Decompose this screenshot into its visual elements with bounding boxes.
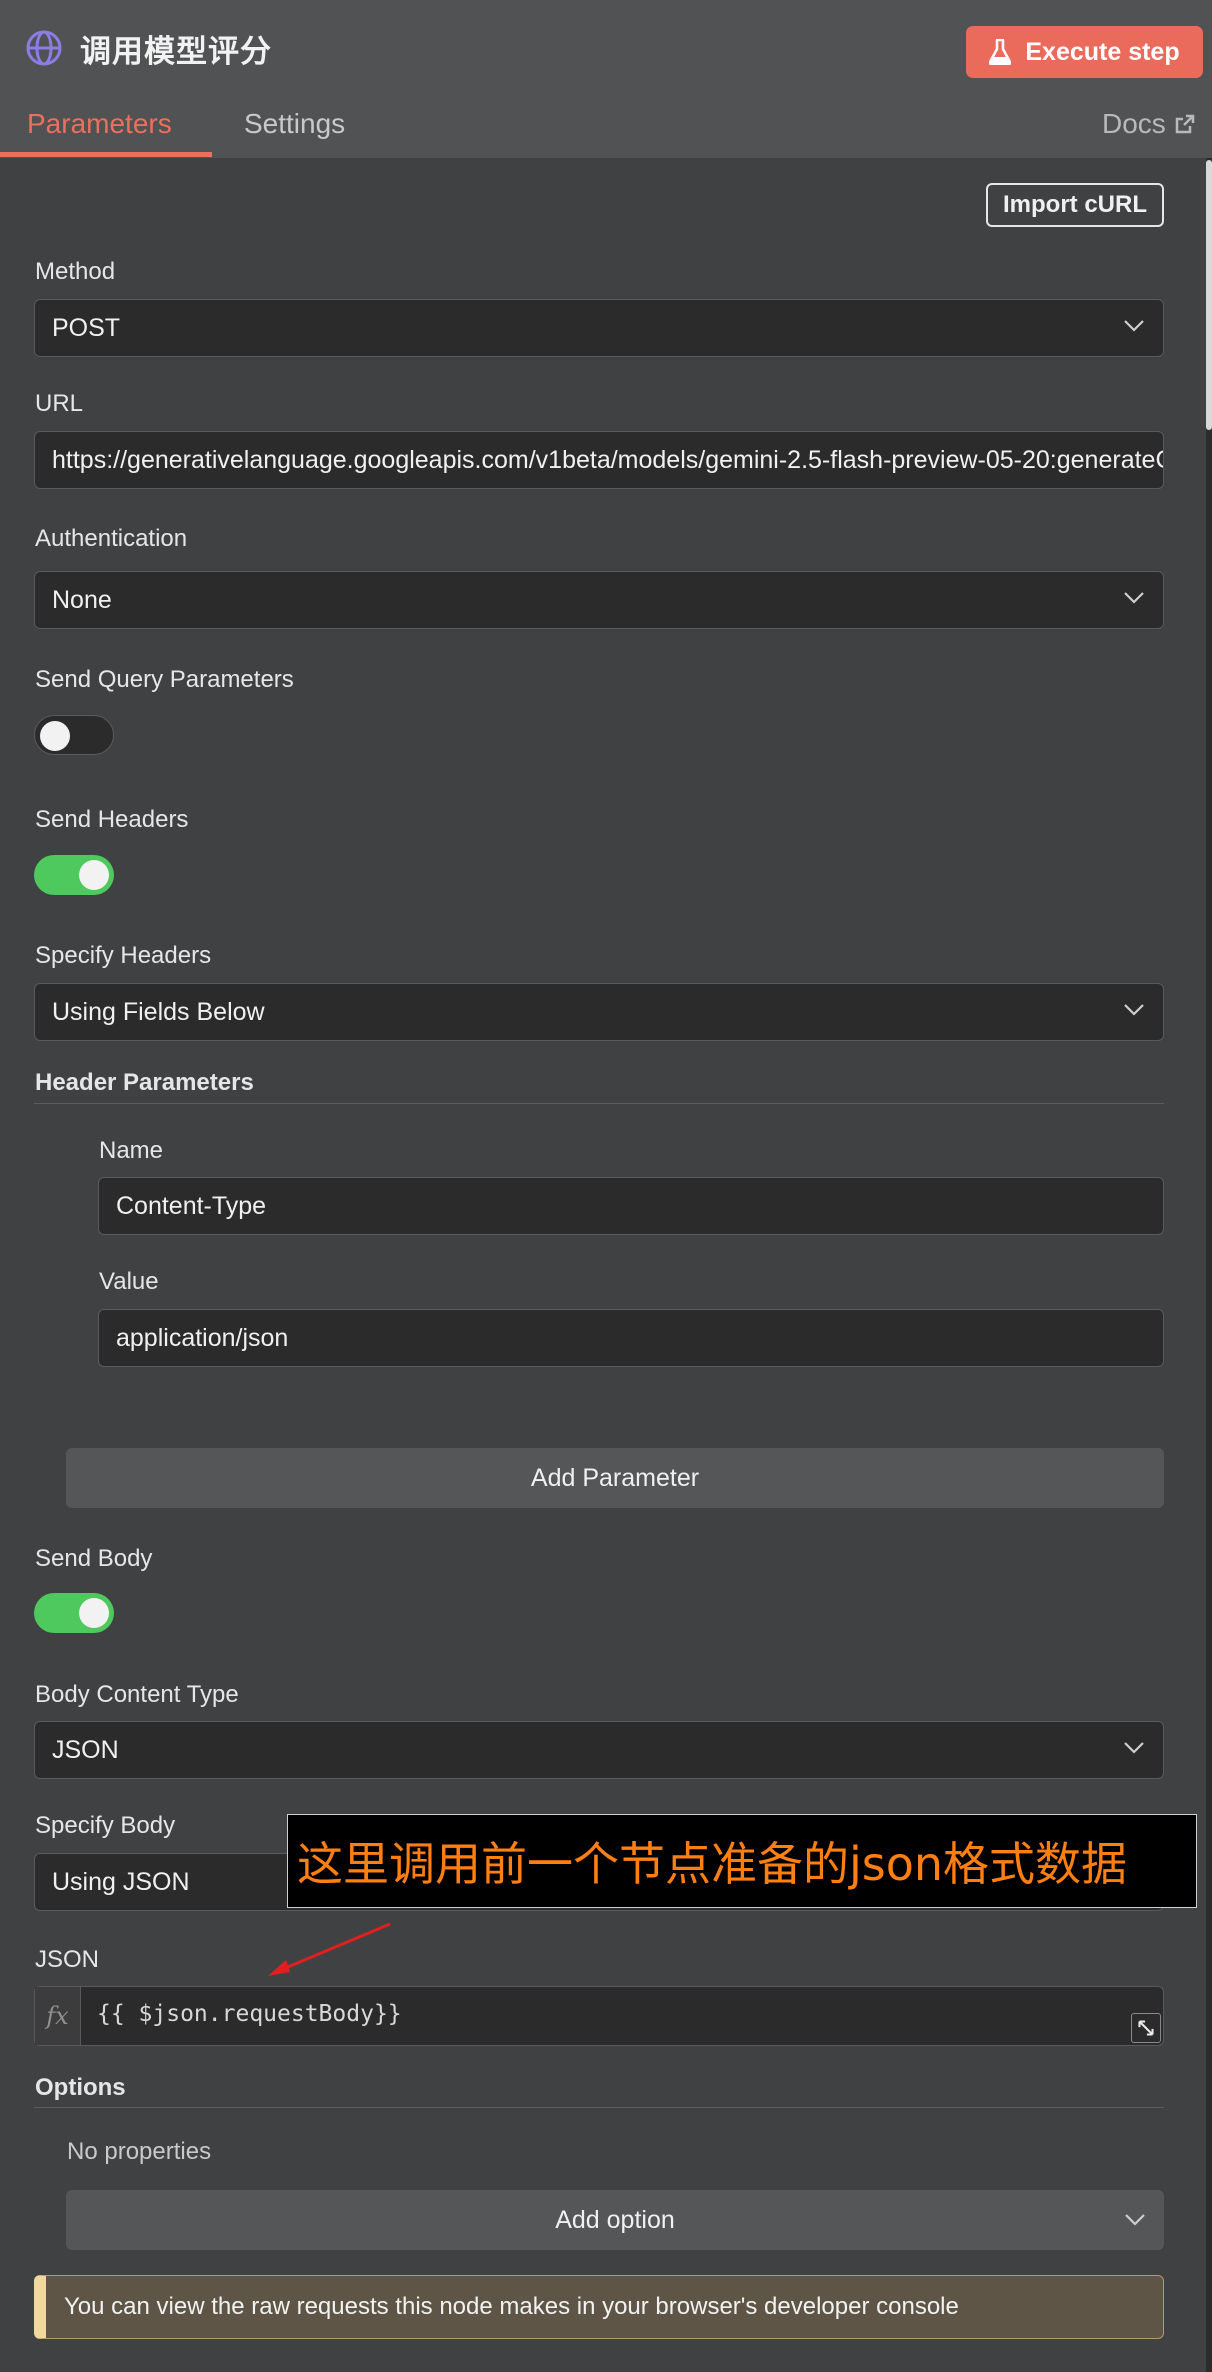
url-input[interactable]: https://generativelanguage.googleapis.co… bbox=[34, 431, 1164, 489]
authentication-label: Authentication bbox=[35, 525, 188, 552]
import-curl-button[interactable]: Import cURL bbox=[986, 183, 1164, 227]
expand-icon[interactable] bbox=[1131, 2013, 1161, 2043]
node-title: 调用模型评分 bbox=[80, 34, 272, 70]
no-properties-text: No properties bbox=[67, 2138, 212, 2165]
specify-body-value: Using JSON bbox=[52, 1867, 190, 1896]
tab-settings[interactable]: Settings bbox=[244, 108, 345, 140]
specify-headers-select[interactable]: Using Fields Below bbox=[34, 983, 1164, 1041]
active-tab-indicator bbox=[0, 152, 212, 157]
json-label: JSON bbox=[35, 1946, 100, 1973]
body-content-type-label: Body Content Type bbox=[35, 1681, 239, 1708]
method-value: POST bbox=[52, 313, 121, 342]
url-value: https://generativelanguage.googleapis.co… bbox=[52, 445, 1164, 474]
options-label: Options bbox=[35, 2074, 126, 2101]
add-parameter-button[interactable]: Add Parameter bbox=[66, 1448, 1164, 1508]
toggle-knob bbox=[40, 721, 70, 751]
toggle-knob bbox=[79, 1598, 109, 1628]
send-body-toggle[interactable] bbox=[34, 1593, 114, 1633]
toggle-knob bbox=[79, 860, 109, 890]
body-content-type-select[interactable]: JSON bbox=[34, 1721, 1164, 1779]
send-headers-toggle[interactable] bbox=[34, 855, 114, 895]
specify-headers-value: Using Fields Below bbox=[52, 997, 265, 1026]
execute-step-button[interactable]: Execute step bbox=[966, 26, 1203, 78]
add-option-button[interactable]: Add option bbox=[66, 2190, 1164, 2250]
chevron-down-icon bbox=[1124, 592, 1144, 604]
section-divider bbox=[34, 1103, 1164, 1104]
header-parameters-label: Header Parameters bbox=[35, 1069, 254, 1096]
info-notice: You can view the raw requests this node … bbox=[34, 2275, 1164, 2339]
annotation-arrow-icon bbox=[268, 1922, 391, 1976]
header-name-value: Content-Type bbox=[116, 1191, 267, 1220]
external-link-icon bbox=[1175, 114, 1195, 134]
authentication-select[interactable]: None bbox=[34, 571, 1164, 629]
header-value-input[interactable]: application/json bbox=[98, 1309, 1164, 1367]
method-label: Method bbox=[35, 258, 116, 285]
send-query-toggle[interactable] bbox=[34, 715, 114, 755]
chevron-down-icon bbox=[1124, 1742, 1144, 1754]
node-header: 调用模型评分 Execute step Parameters Settings … bbox=[0, 0, 1212, 158]
tab-parameters[interactable]: Parameters bbox=[27, 108, 172, 140]
chevron-down-icon bbox=[1124, 1004, 1144, 1016]
fx-icon: fx bbox=[35, 1987, 81, 2045]
section-divider bbox=[34, 2107, 1164, 2108]
add-option-label: Add option bbox=[555, 2205, 675, 2234]
json-expression-editor[interactable]: fx {{ $json.requestBody}} bbox=[34, 1986, 1164, 2046]
scrollbar-thumb[interactable] bbox=[1206, 160, 1212, 430]
send-query-label: Send Query Parameters bbox=[35, 666, 294, 693]
specify-headers-label: Specify Headers bbox=[35, 942, 212, 969]
scrollbar-track[interactable] bbox=[1206, 158, 1212, 2372]
specify-body-label: Specify Body bbox=[35, 1812, 176, 1839]
authentication-value: None bbox=[52, 585, 112, 614]
docs-label: Docs bbox=[1102, 108, 1166, 139]
header-name-input[interactable]: Content-Type bbox=[98, 1177, 1164, 1235]
execute-step-label: Execute step bbox=[1025, 37, 1180, 66]
header-value-value: application/json bbox=[116, 1323, 289, 1352]
chevron-down-icon bbox=[1125, 2214, 1145, 2226]
docs-link[interactable]: Docs bbox=[1102, 108, 1196, 140]
globe-icon bbox=[26, 30, 62, 66]
method-select[interactable]: POST bbox=[34, 299, 1164, 357]
header-name-label: Name bbox=[99, 1137, 164, 1164]
body-content-type-value: JSON bbox=[52, 1735, 119, 1764]
annotation-callout: 这里调用前一个节点准备的json格式数据 bbox=[287, 1814, 1197, 1908]
chevron-down-icon bbox=[1124, 320, 1144, 332]
send-body-label: Send Body bbox=[35, 1545, 153, 1572]
flask-icon bbox=[989, 39, 1012, 65]
json-expression-value: {{ $json.requestBody}} bbox=[97, 2001, 402, 2027]
header-value-label: Value bbox=[99, 1268, 159, 1295]
send-headers-label: Send Headers bbox=[35, 806, 189, 833]
url-label: URL bbox=[35, 390, 84, 417]
